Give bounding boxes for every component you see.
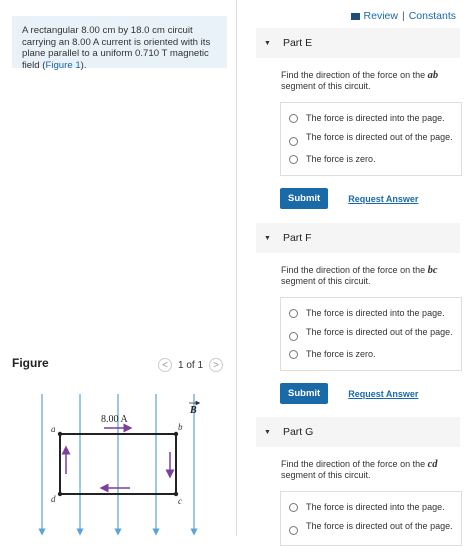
corner-b-label: b xyxy=(178,422,183,432)
part-f-question: Find the direction of the force on the b… xyxy=(281,265,461,287)
request-answer-link[interactable]: Request Answer xyxy=(348,389,418,399)
caret-down-icon: ▼ xyxy=(264,234,271,242)
panel-divider xyxy=(236,0,237,536)
part-f-options: The force is directed into the page. The… xyxy=(280,297,462,371)
radio-button[interactable] xyxy=(289,155,298,164)
option-label: The force is directed out of the page. xyxy=(306,327,453,337)
radio-button[interactable] xyxy=(289,503,298,512)
radio-button[interactable] xyxy=(289,114,298,123)
corner-d-label: d xyxy=(51,494,56,504)
question-text: Find the direction of the force on the xyxy=(281,265,428,275)
problem-statement: A rectangular 8.00 cm by 18.0 cm circuit… xyxy=(12,16,227,71)
segment-label: cd xyxy=(427,459,438,470)
part-e: ▼ Part E Find the direction of the force… xyxy=(256,28,462,209)
submit-button[interactable]: Submit xyxy=(280,188,329,209)
question-text-end: segment of this circuit. xyxy=(281,81,371,91)
segment-label: bc xyxy=(427,265,438,276)
part-g-question: Find the direction of the force on the c… xyxy=(281,459,461,481)
radio-button[interactable] xyxy=(289,309,298,318)
option-zero[interactable]: The force is zero. xyxy=(281,345,461,364)
corner-a-dot xyxy=(57,431,63,437)
corner-a-label: a xyxy=(51,424,56,434)
option-zero[interactable]: The force is zero. xyxy=(281,150,461,169)
figure-page-indicator: 1 of 1 xyxy=(178,359,204,371)
part-title: Part E xyxy=(282,37,313,49)
option-label: The force is directed into the page. xyxy=(306,502,445,512)
problem-text-end: ). xyxy=(80,59,87,71)
caret-down-icon: ▼ xyxy=(264,428,271,436)
radio-button[interactable] xyxy=(289,526,298,535)
option-into-page[interactable]: The force is directed into the page. xyxy=(281,304,461,323)
current-label: 8.00 A xyxy=(101,414,128,425)
part-title: Part F xyxy=(282,232,312,244)
part-f-actions: Submit Request Answer xyxy=(280,383,460,404)
caret-down-icon: ▼ xyxy=(264,39,271,47)
field-label: B xyxy=(189,405,197,416)
part-e-question: Find the direction of the force on the a… xyxy=(281,70,461,92)
figure-title: Figure xyxy=(12,356,49,370)
option-out-of-page[interactable]: The force is directed out of the page. xyxy=(281,323,461,345)
part-g-header[interactable]: ▼ Part G xyxy=(256,417,460,447)
part-f: ▼ Part F Find the direction of the force… xyxy=(256,223,462,404)
part-e-options: The force is directed into the page. The… xyxy=(280,102,462,176)
circuit-figure: a b c d 8.00 A B xyxy=(38,394,201,536)
segment-label: ab xyxy=(427,70,439,81)
request-answer-link[interactable]: Request Answer xyxy=(348,194,418,204)
review-icon xyxy=(350,12,360,20)
part-e-actions: Submit Request Answer xyxy=(280,188,460,209)
option-label: The force is directed out of the page. xyxy=(306,132,453,142)
part-g-options: The force is directed into the page. The… xyxy=(280,491,462,546)
constants-link[interactable]: Constants xyxy=(409,10,456,22)
corner-c-label: c xyxy=(178,496,182,506)
figure-pager: < 1 of 1 > xyxy=(158,358,224,372)
figure-link[interactable]: Figure 1 xyxy=(45,60,80,71)
radio-button[interactable] xyxy=(289,350,298,359)
corner-d-dot xyxy=(57,491,63,497)
part-f-header[interactable]: ▼ Part F xyxy=(256,223,460,253)
question-text: Find the direction of the force on the xyxy=(281,459,428,469)
option-out-of-page[interactable]: The force is directed out of the page. xyxy=(281,128,461,150)
radio-button[interactable] xyxy=(289,137,298,146)
top-links: Review | Constants xyxy=(350,10,456,22)
option-into-page[interactable]: The force is directed into the page. xyxy=(281,498,461,517)
question-text-end: segment of this circuit. xyxy=(281,276,371,286)
part-title: Part G xyxy=(282,426,314,438)
option-label: The force is directed out of the page. xyxy=(306,521,453,531)
prev-figure-button[interactable]: < xyxy=(158,358,172,372)
option-label: The force is zero. xyxy=(306,154,376,164)
review-link[interactable]: Review xyxy=(364,10,398,22)
option-label: The force is directed into the page. xyxy=(306,308,445,318)
corner-b-dot xyxy=(173,431,179,437)
question-text: Find the direction of the force on the xyxy=(281,70,428,80)
option-into-page[interactable]: The force is directed into the page. xyxy=(281,109,461,128)
submit-button[interactable]: Submit xyxy=(280,383,329,404)
next-figure-button[interactable]: > xyxy=(209,358,224,372)
question-text-end: segment of this circuit. xyxy=(281,470,371,480)
left-panel: A rectangular 8.00 cm by 18.0 cm circuit… xyxy=(0,0,236,536)
link-separator: | xyxy=(401,10,405,22)
part-e-header[interactable]: ▼ Part E xyxy=(256,28,460,58)
part-g: ▼ Part G Find the direction of the force… xyxy=(256,417,462,546)
radio-button[interactable] xyxy=(289,332,298,341)
option-label: The force is directed into the page. xyxy=(306,113,445,123)
option-label: The force is zero. xyxy=(306,349,376,359)
